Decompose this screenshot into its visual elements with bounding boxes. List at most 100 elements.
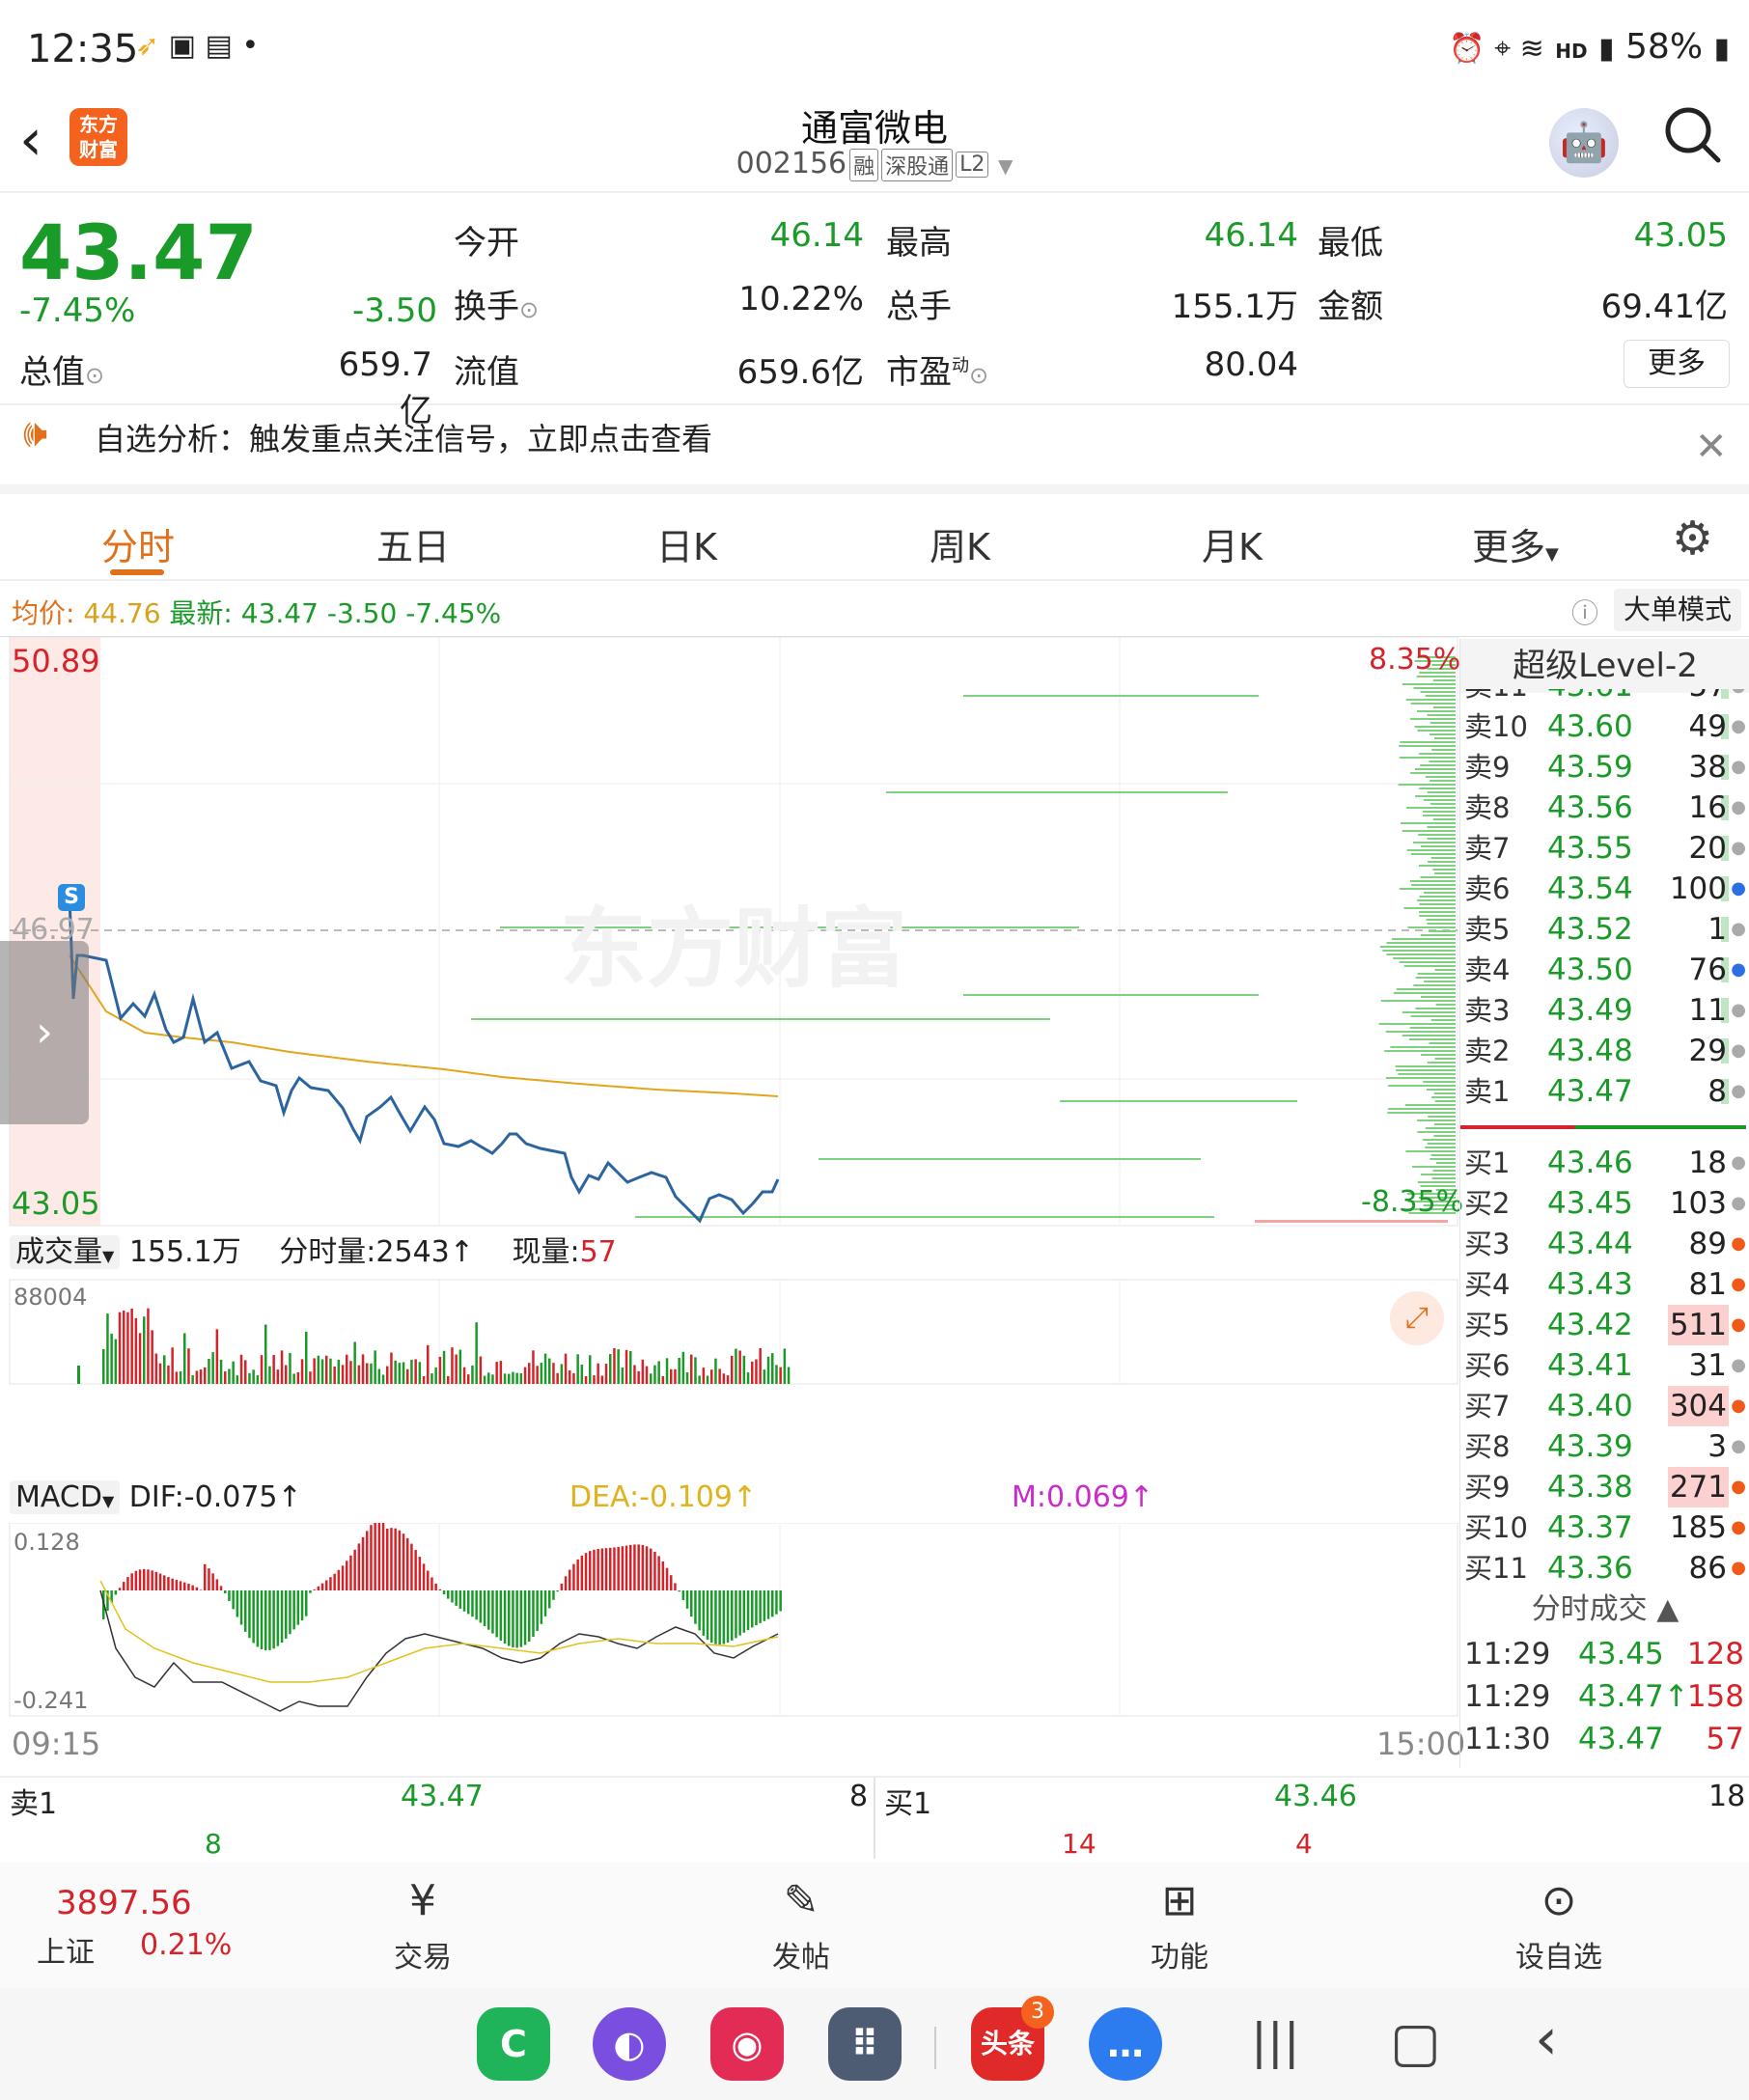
volume-bar <box>483 1375 486 1384</box>
volume-indicator-select[interactable]: 成交量▼ <box>10 1235 121 1269</box>
expand-panel-handle[interactable]: › <box>0 941 89 1124</box>
bid-row[interactable]: 买6 43.41 31 ● <box>1460 1345 1749 1386</box>
pe-label[interactable]: 市盈动⊙ <box>886 345 988 393</box>
notice-bar[interactable]: 🕪 自选分析：触发重点关注信号，立即点击查看 ✕ <box>0 405 1749 494</box>
volume-axis-max: 88004 <box>14 1284 88 1311</box>
bid-row[interactable]: 买10 43.37 185 ● <box>1460 1507 1749 1548</box>
stock-name[interactable]: 通富微电 <box>0 98 1749 152</box>
ask-row[interactable]: 卖1 43.47 8 ● <box>1460 1071 1749 1112</box>
nav-function[interactable]: ⊞ 功能 <box>1102 1876 1257 1976</box>
depth-bar <box>1420 764 1456 766</box>
macd-bar <box>374 1523 376 1590</box>
volume-bar <box>645 1366 649 1384</box>
notice-text[interactable]: 自选分析：触发重点关注信号，立即点击查看 <box>95 415 712 459</box>
depth-bar <box>1426 919 1456 921</box>
help-icon[interactable]: ⓘ <box>1571 593 1598 631</box>
bid-row[interactable]: 买8 43.39 3 ● <box>1460 1426 1749 1467</box>
depth-bar <box>1432 679 1456 681</box>
ask-row[interactable]: 卖7 43.55 20 ● <box>1460 828 1749 869</box>
app-browser-icon[interactable]: ◐ <box>593 2007 666 2081</box>
ask-row[interactable]: 卖2 43.48 29 ● <box>1460 1031 1749 1071</box>
grid-icon: ⊞ <box>1161 1876 1198 1925</box>
tab-daily-k[interactable]: 日K <box>656 517 717 570</box>
tab-monthly-k[interactable]: 月K <box>1202 517 1263 570</box>
volume-bar <box>179 1370 182 1384</box>
ask-row[interactable]: 卖3 43.49 11 ● <box>1460 990 1749 1031</box>
bid-row[interactable]: 买11 43.36 86 ● <box>1460 1548 1749 1589</box>
ask-price: 43.48 <box>1547 1034 1633 1068</box>
recent-apps-icon[interactable]: ||| <box>1251 2013 1300 2069</box>
ask-row[interactable]: 卖8 43.56 16 ● <box>1460 788 1749 828</box>
macd-panel[interactable]: MACD▼ DIF:-0.075↑ DEA:-0.109↑ M:0.069↑ 0… <box>0 1473 1459 1720</box>
ask-row[interactable]: 卖9 43.59 38 ● <box>1460 747 1749 788</box>
signal-s-marker[interactable]: S <box>58 884 85 911</box>
depth-bar <box>1429 930 1456 932</box>
volume-bar <box>519 1372 523 1384</box>
volume-label: 总手 <box>886 288 952 326</box>
volume-bar <box>600 1375 604 1384</box>
ask-qty: 38 <box>1688 750 1727 785</box>
ask-row[interactable]: 卖4 43.50 76 ● <box>1460 950 1749 990</box>
home-icon[interactable]: ▢ <box>1390 2011 1441 2074</box>
app-camera-icon[interactable]: ◉ <box>710 2007 784 2081</box>
ask-price: 43.49 <box>1547 993 1633 1028</box>
index-value[interactable]: 3897.56 <box>56 1884 192 1922</box>
index-name[interactable]: 上证 <box>37 1928 95 1971</box>
search-icon[interactable] <box>1662 104 1724 181</box>
bid-row[interactable]: 买9 43.38 271 ● <box>1460 1467 1749 1507</box>
tab-more[interactable]: 更多▼ <box>1472 517 1559 570</box>
more-button[interactable]: 更多 <box>1624 340 1730 388</box>
nav-post[interactable]: ✎ 发帖 <box>724 1876 878 1976</box>
app-messages-icon[interactable]: … <box>1089 2007 1162 2081</box>
macd-bar <box>604 1548 608 1590</box>
volume-bar <box>341 1365 345 1384</box>
ask-dot: ● <box>1731 959 1746 980</box>
ask-row[interactable]: 卖10 43.60 49 ● <box>1460 706 1749 747</box>
macd-bar <box>179 1581 182 1590</box>
stock-code-line[interactable]: 002156 融深股通 L2 ▼ <box>0 147 1749 181</box>
depth-bar <box>1430 803 1456 805</box>
back-nav-icon[interactable]: ‹ <box>1535 2005 1558 2073</box>
depth-bar <box>1432 869 1456 870</box>
level2-title[interactable]: 超级Level-2 <box>1460 639 1749 693</box>
close-icon[interactable]: ✕ <box>1695 425 1728 469</box>
macd-bar <box>349 1555 352 1590</box>
app-drawer-icon[interactable]: ⠿ <box>828 2007 902 2081</box>
time-axis-start: 09:15 <box>12 1726 101 1762</box>
bid-row[interactable]: 买3 43.44 89 ● <box>1460 1224 1749 1264</box>
macd-indicator-select[interactable]: MACD▼ <box>10 1480 121 1514</box>
ask-dot: ● <box>1731 838 1746 858</box>
volume-bar <box>512 1371 514 1384</box>
app-phone-icon[interactable]: C <box>477 2007 550 2081</box>
bid-qty: 304 <box>1667 1386 1729 1426</box>
nav-add-watch[interactable]: ⊙ 设自选 <box>1482 1876 1636 1976</box>
bid-row[interactable]: 买2 43.45 103 ● <box>1460 1183 1749 1224</box>
total-mv-label[interactable]: 总值⊙ <box>19 345 104 393</box>
tab-weekly-k[interactable]: 周K <box>930 517 990 570</box>
volume-bar <box>325 1355 328 1384</box>
order-book[interactable]: 超级Level-2 卖1143.6157●卖1043.6049●卖943.593… <box>1459 639 1749 1768</box>
bid-row[interactable]: 买7 43.40 304 ● <box>1460 1386 1749 1426</box>
macd-bar <box>305 1590 308 1616</box>
turnover-label[interactable]: 换手⊙ <box>454 280 539 327</box>
settings-gear-icon[interactable]: ⚙ <box>1672 511 1713 566</box>
trades-title[interactable]: 分时成交 ▲ <box>1460 1587 1749 1633</box>
nav-trade[interactable]: ¥ 交易 <box>346 1876 500 1976</box>
bid-row[interactable]: 买1 43.46 18 ● <box>1460 1143 1749 1183</box>
ask-row[interactable]: 卖11 43.61 57● <box>1460 689 1749 706</box>
ask-row[interactable]: 卖6 43.54 100 ● <box>1460 869 1749 909</box>
large-order-mode-button[interactable]: 大单模式 <box>1614 589 1741 631</box>
ask-row[interactable]: 卖5 43.52 1 ● <box>1460 909 1749 950</box>
tab-intraday[interactable]: 分时 <box>101 517 175 570</box>
bid-level-label: 买3 <box>1464 1228 1511 1260</box>
tab-five-day[interactable]: 五日 <box>376 517 450 570</box>
index-pct[interactable]: 0.21% <box>140 1928 232 1962</box>
bid-row[interactable]: 买4 43.43 81 ● <box>1460 1264 1749 1305</box>
volume-bar <box>147 1308 150 1384</box>
fullscreen-expand-icon[interactable]: ⤢ <box>1390 1291 1444 1345</box>
volume-bar <box>102 1348 105 1384</box>
bid-row[interactable]: 买5 43.42 511 ● <box>1460 1305 1749 1345</box>
volume-bar <box>735 1348 737 1384</box>
assistant-robot-icon[interactable]: 🤖 <box>1549 108 1619 178</box>
macd-bar <box>690 1590 693 1617</box>
